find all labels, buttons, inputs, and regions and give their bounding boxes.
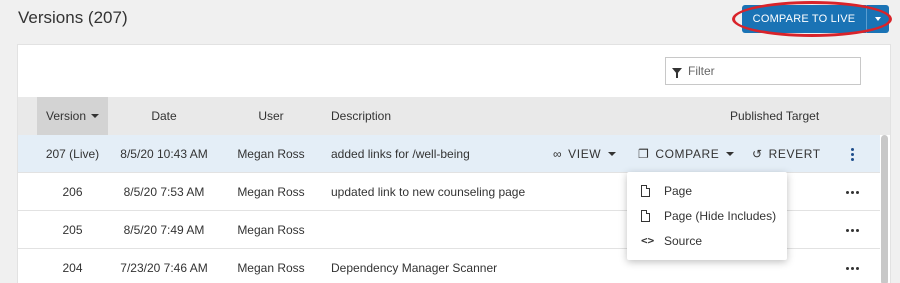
chevron-down-icon [875,17,881,21]
code-icon: <> [641,234,655,247]
description-cell: updated link to new counseling page [331,185,526,199]
filter-placeholder: Filter [688,64,715,78]
compare-to-live-dropdown-toggle[interactable] [867,5,889,33]
glasses-icon: ∞ [553,147,563,161]
column-header-description[interactable]: Description [331,97,391,135]
date-cell: 8/5/20 7:53 AM [123,185,205,199]
column-header-published-target[interactable]: Published Target [730,97,819,135]
version-cell: 205 [62,223,83,237]
horizontal-ellipsis-icon [845,228,859,232]
document-icon [641,209,650,222]
column-header-user[interactable]: User [223,97,319,135]
view-button[interactable]: ∞ VIEW [553,135,617,173]
user-cell: Megan Ross [237,223,305,237]
description-cell [331,211,546,249]
column-header-date[interactable]: Date [108,97,220,135]
date-cell: 8/5/20 7:49 AM [123,223,205,237]
table-row[interactable]: 207 (Live) 8/5/20 10:43 AM Megan Ross ad… [18,135,880,173]
row-menu-button[interactable] [844,211,860,249]
version-cell: 207 (Live) [45,147,100,161]
chevron-down-icon [608,152,617,156]
row-menu-button[interactable] [844,135,860,173]
version-cell: 206 [62,185,83,199]
document-icon [641,184,650,197]
compare-to-live-button[interactable]: COMPARE TO LIVE [742,5,867,33]
table-header: Version Date User Description Published … [18,97,890,135]
user-cell: Megan Ross [237,147,305,161]
date-cell: 7/23/20 7:46 AM [120,261,208,275]
copy-icon: ❐ [638,147,650,161]
user-cell: Megan Ross [237,185,305,199]
user-cell: Megan Ross [237,261,305,275]
compare-menu-item-page-hide-includes[interactable]: Page (Hide Includes) [627,203,787,228]
vertical-ellipsis-icon [850,147,854,161]
chevron-down-icon [726,152,735,156]
row-menu-button[interactable] [844,249,860,283]
compare-menu-item-page[interactable]: Page [627,178,787,203]
undo-icon: ↺ [752,147,763,161]
filter-input[interactable]: Filter [665,57,861,85]
version-cell: 204 [62,261,83,275]
compare-menu-item-source[interactable]: <> Source [627,228,787,253]
date-cell: 8/5/20 10:43 AM [120,147,208,161]
compare-dropdown-menu: Page Page (Hide Includes) <> Source [627,172,787,260]
vertical-scrollbar[interactable] [881,135,888,283]
horizontal-ellipsis-icon [845,266,859,270]
sort-caret-icon [91,114,100,118]
description-cell: added links for /well-being [331,147,470,161]
compare-to-live-split-button: COMPARE TO LIVE [742,5,889,33]
description-cell: Dependency Manager Scanner [331,261,498,275]
compare-button[interactable]: ❐ COMPARE [638,135,735,173]
horizontal-ellipsis-icon [845,190,859,194]
revert-button[interactable]: ↺ REVERT [752,135,821,173]
page-title: Versions (207) [18,8,128,27]
filter-icon [672,68,682,78]
column-header-version[interactable]: Version [37,97,108,135]
row-menu-button[interactable] [844,173,860,211]
